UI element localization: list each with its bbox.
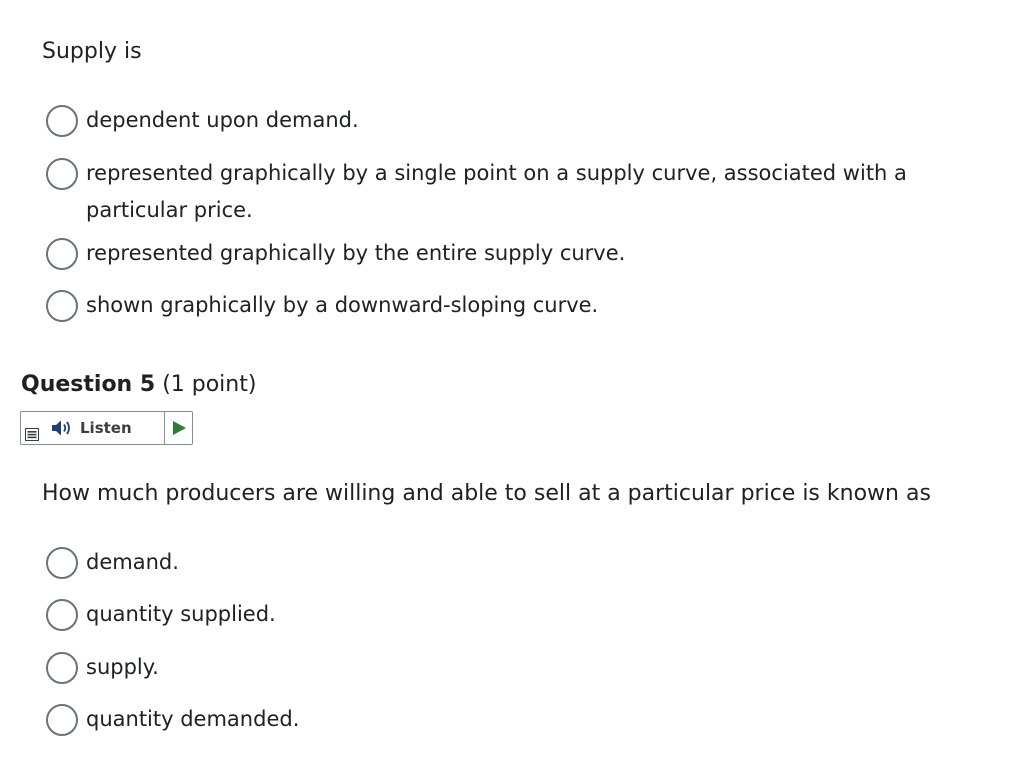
speaker-icon (51, 419, 73, 437)
question-4-option-d[interactable]: shown graphically by a downward-sloping … (46, 290, 966, 324)
radio-button[interactable] (46, 105, 78, 137)
radio-button[interactable] (46, 704, 78, 736)
question-4-option-b[interactable]: represented graphically by a single poin… (46, 158, 956, 229)
option-label: represented graphically by a single poin… (86, 161, 907, 222)
question-5-option-d[interactable]: quantity demanded. (46, 704, 966, 738)
question-4-option-a[interactable]: dependent upon demand. (46, 105, 966, 139)
question-5-option-c[interactable]: supply. (46, 652, 966, 686)
question-title: Question 5 (21, 372, 156, 397)
question-4-prompt: Supply is (42, 39, 142, 64)
listen-label: Listen (80, 419, 132, 437)
question-5-option-b[interactable]: quantity supplied. (46, 599, 966, 633)
radio-button[interactable] (46, 652, 78, 684)
option-label: represented graphically by the entire su… (86, 241, 626, 265)
play-icon (172, 421, 186, 435)
radio-button[interactable] (46, 238, 78, 270)
option-label: quantity demanded. (86, 707, 300, 731)
listen-toolbar: Listen (20, 411, 193, 445)
play-button[interactable] (165, 412, 192, 444)
option-label: supply. (86, 655, 159, 679)
option-label: shown graphically by a downward-sloping … (86, 293, 599, 317)
option-label: demand. (86, 550, 179, 574)
question-5-prompt: How much producers are willing and able … (42, 481, 931, 506)
listen-button[interactable]: Listen (43, 412, 165, 444)
radio-button[interactable] (46, 547, 78, 579)
option-label: dependent upon demand. (86, 108, 359, 132)
question-5-header: Question 5 (1 point) (21, 369, 256, 401)
question-4-option-c[interactable]: represented graphically by the entire su… (46, 238, 966, 272)
menu-icon[interactable] (21, 412, 43, 444)
option-label: quantity supplied. (86, 602, 276, 626)
radio-button[interactable] (46, 290, 78, 322)
radio-button[interactable] (46, 599, 78, 631)
radio-button[interactable] (46, 158, 78, 190)
quiz-page: Supply is dependent upon demand. represe… (0, 0, 1024, 760)
question-5-option-a[interactable]: demand. (46, 547, 966, 581)
question-points: (1 point) (162, 372, 257, 397)
